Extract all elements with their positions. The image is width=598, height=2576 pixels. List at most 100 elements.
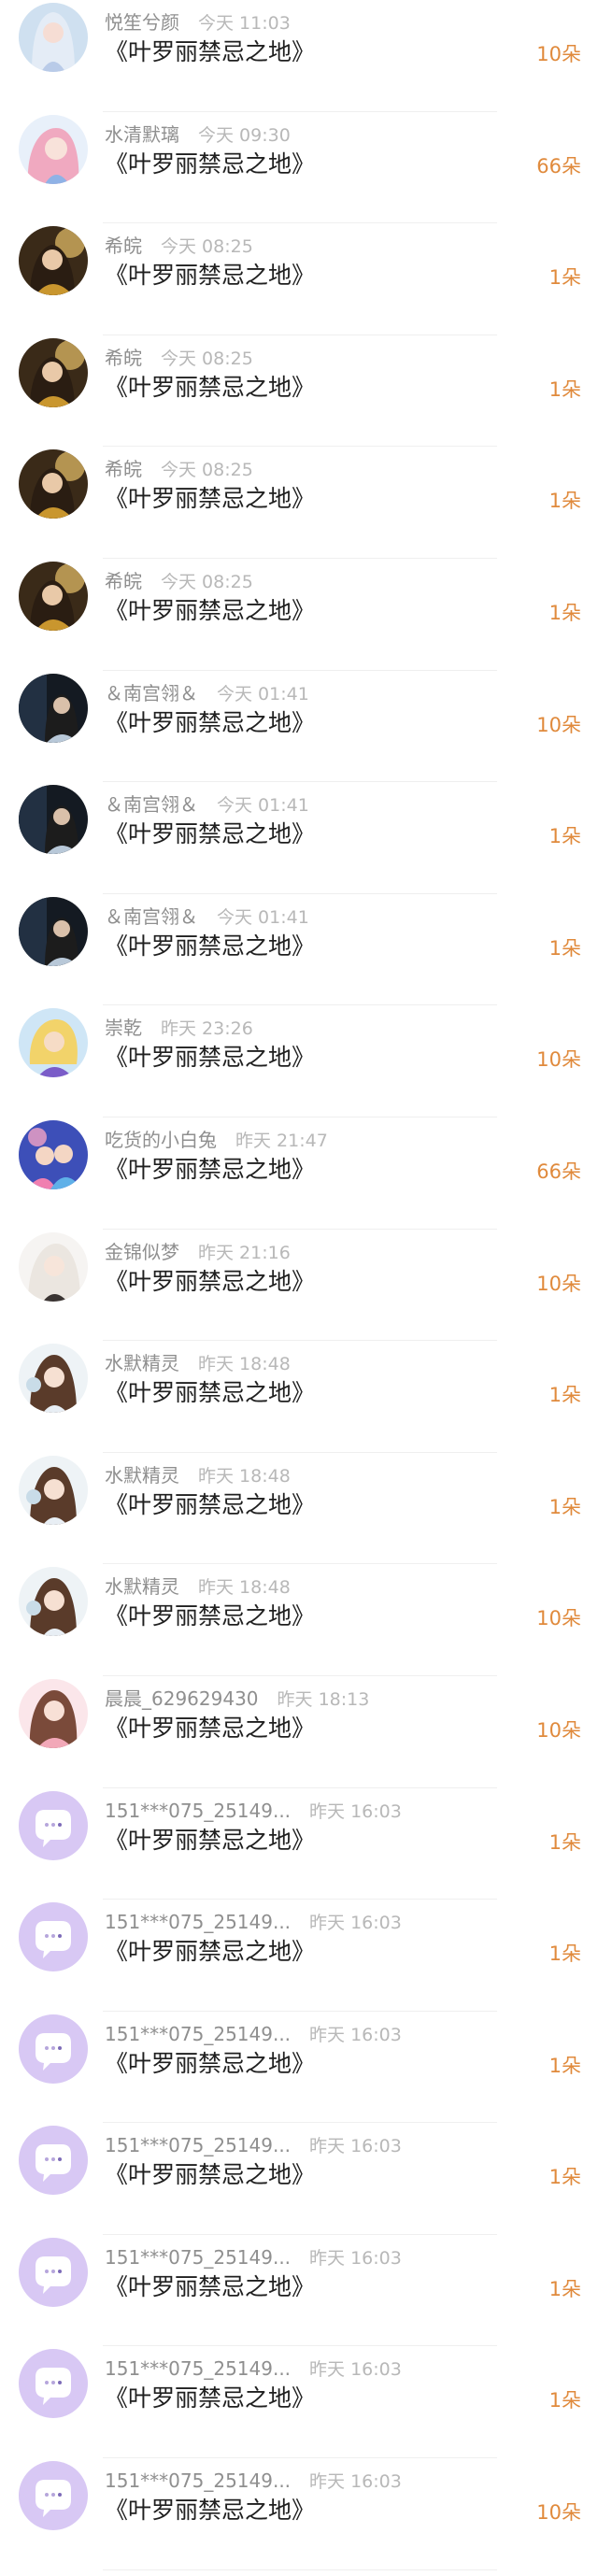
gift-record-row[interactable]: 151***075_25149... 昨天 16:03 《叶罗丽禁忌之地》 1朵	[0, 2123, 598, 2235]
default-chat-bubble-avatar-icon[interactable]	[19, 2126, 88, 2196]
gift-time: 昨天 16:03	[309, 2471, 402, 2493]
gift-time: 昨天 16:03	[309, 2359, 402, 2381]
gift-record-row[interactable]: 151***075_25149... 昨天 16:03 《叶罗丽禁忌之地》 1朵	[0, 2346, 598, 2458]
book-title: 《叶罗丽禁忌之地》	[105, 1490, 316, 1518]
sender-meta: 151***075_25149... 昨天 16:03	[105, 2356, 402, 2381]
sender-name[interactable]: ＆南宫翎＆	[105, 682, 198, 704]
avatar-dark-portrait-icon[interactable]	[19, 896, 88, 966]
gift-record-row[interactable]: 151***075_25149... 昨天 16:03 《叶罗丽禁忌之地》 1朵	[0, 2235, 598, 2347]
gift-record-row[interactable]: 悦笙兮颜 今天 11:03 《叶罗丽禁忌之地》 10朵	[0, 0, 598, 112]
sender-name[interactable]: 151***075_25149...	[105, 2023, 291, 2045]
avatar-girl-silver-hair-icon[interactable]	[19, 3, 88, 72]
gift-record-row[interactable]: 151***075_25149... 昨天 16:03 《叶罗丽禁忌之地》 1朵	[0, 1900, 598, 2012]
gift-record-row[interactable]: 水默精灵 昨天 18:48 《叶罗丽禁忌之地》 1朵	[0, 1341, 598, 1453]
gift-record-row[interactable]: ＆南宫翎＆ 今天 01:41 《叶罗丽禁忌之地》 1朵	[0, 782, 598, 894]
sender-name[interactable]: 151***075_25149...	[105, 2134, 291, 2156]
sender-name[interactable]: ＆南宫翎＆	[105, 905, 198, 928]
default-chat-bubble-avatar-icon[interactable]	[19, 2014, 88, 2084]
flower-count: 10朵	[536, 1048, 581, 1072]
sender-meta: 水默精灵 昨天 18:48	[105, 1463, 291, 1487]
gift-time: 昨天 18:13	[277, 1688, 370, 1710]
gift-time: 昨天 16:03	[309, 2024, 402, 2045]
avatar-dark-portrait-icon[interactable]	[19, 785, 88, 855]
gift-record-row[interactable]: 151***075_25149... 昨天 16:03 《叶罗丽禁忌之地》 10朵	[0, 2458, 598, 2570]
book-title: 《叶罗丽禁忌之地》	[105, 708, 316, 736]
avatar-white-hair-girl-icon[interactable]	[19, 1231, 88, 1302]
default-chat-bubble-avatar-icon[interactable]	[19, 1790, 88, 1860]
gift-record-row[interactable]: 151***075_25149... 昨天 16:03 《叶罗丽禁忌之地》 1朵	[0, 2012, 598, 2124]
flower-count: 1朵	[548, 936, 581, 960]
flower-count: 1朵	[548, 377, 581, 401]
gift-record-row[interactable]: 希皖 今天 08:25 《叶罗丽禁忌之地》 1朵	[0, 559, 598, 671]
avatar-brown-hair-girl-icon[interactable]	[19, 1455, 88, 1525]
book-title: 《叶罗丽禁忌之地》	[105, 1379, 316, 1407]
avatar-brown-hair-girl-icon[interactable]	[19, 1344, 88, 1414]
sender-name[interactable]: 151***075_25149...	[105, 1800, 291, 1822]
sender-name[interactable]: 希皖	[105, 347, 142, 369]
book-title: 《叶罗丽禁忌之地》	[105, 1155, 316, 1183]
book-title: 《叶罗丽禁忌之地》	[105, 2272, 316, 2300]
avatar-pink-girl-icon[interactable]	[19, 1678, 88, 1748]
sender-name[interactable]: 悦笙兮颜	[105, 11, 179, 34]
avatar-warrior-gold-icon[interactable]	[19, 226, 88, 296]
default-chat-bubble-avatar-icon[interactable]	[19, 2461, 88, 2531]
gift-record-row[interactable]: 晨晨_629629430 昨天 18:13 《叶罗丽禁忌之地》 10朵	[0, 1676, 598, 1788]
avatar-blonde-hero-icon[interactable]	[19, 1008, 88, 1078]
sender-name[interactable]: 151***075_25149...	[105, 1911, 291, 1933]
gift-time: 今天 08:25	[161, 348, 253, 369]
avatar-brown-hair-girl-icon[interactable]	[19, 1567, 88, 1637]
sender-meta: 151***075_25149... 昨天 16:03	[105, 1910, 402, 1934]
book-title: 《叶罗丽禁忌之地》	[105, 596, 316, 624]
avatar-dark-portrait-icon[interactable]	[19, 673, 88, 743]
default-chat-bubble-avatar-icon[interactable]	[19, 2237, 88, 2307]
sender-name[interactable]: 水默精灵	[105, 1575, 179, 1598]
sender-name[interactable]: 吃货的小白兔	[105, 1129, 217, 1151]
sender-name[interactable]: 希皖	[105, 458, 142, 480]
gift-record-row[interactable]: 金锦似梦 昨天 21:16 《叶罗丽禁忌之地》 10朵	[0, 1230, 598, 1342]
gift-time: 昨天 16:03	[309, 2247, 402, 2269]
gift-time: 昨天 16:03	[309, 2136, 402, 2157]
sender-name[interactable]: 希皖	[105, 570, 142, 592]
sender-name[interactable]: 水清默璃	[105, 123, 179, 146]
gift-record-row[interactable]: 希皖 今天 08:25 《叶罗丽禁忌之地》 1朵	[0, 335, 598, 448]
flower-count: 1朵	[548, 1384, 581, 1407]
avatar-warrior-gold-icon[interactable]	[19, 561, 88, 631]
default-chat-bubble-avatar-icon[interactable]	[19, 2349, 88, 2419]
avatar-warrior-gold-icon[interactable]	[19, 337, 88, 407]
sender-name[interactable]: 希皖	[105, 235, 142, 257]
gift-record-row[interactable]: 水默精灵 昨天 18:48 《叶罗丽禁忌之地》 10朵	[0, 1564, 598, 1676]
sender-meta: 晨晨_629629430 昨天 18:13	[105, 1686, 369, 1711]
book-title: 《叶罗丽禁忌之地》	[105, 1938, 316, 1966]
sender-meta: 崇乾 昨天 23:26	[105, 1016, 253, 1040]
gift-record-row[interactable]: 希皖 今天 08:25 《叶罗丽禁忌之地》 1朵	[0, 447, 598, 559]
avatar-girl-pink-hair-icon[interactable]	[19, 114, 88, 184]
sender-name[interactable]: 晨晨_629629430	[105, 1687, 259, 1710]
sender-meta: 151***075_25149... 昨天 16:03	[105, 2469, 402, 2493]
sender-name[interactable]: 崇乾	[105, 1017, 142, 1039]
sender-name[interactable]: ＆南宫翎＆	[105, 793, 198, 816]
avatar-couple-blue-icon[interactable]	[19, 1119, 88, 1189]
gift-record-row[interactable]: ＆南宫翎＆ 今天 01:41 《叶罗丽禁忌之地》 10朵	[0, 671, 598, 783]
gift-record-row[interactable]: 水清默璃 今天 09:30 《叶罗丽禁忌之地》 66朵	[0, 112, 598, 224]
flower-count: 1朵	[548, 601, 581, 624]
sender-name[interactable]: 151***075_25149...	[105, 2469, 291, 2492]
default-chat-bubble-avatar-icon[interactable]	[19, 1902, 88, 1972]
gift-time: 昨天 21:16	[198, 1242, 291, 1263]
gift-record-row[interactable]: 吃货的小白兔 昨天 21:47 《叶罗丽禁忌之地》 66朵	[0, 1117, 598, 1230]
gift-record-row[interactable]: 崇乾 昨天 23:26 《叶罗丽禁忌之地》 10朵	[0, 1005, 598, 1117]
sender-meta: ＆南宫翎＆ 今天 01:41	[105, 792, 309, 817]
gift-record-row[interactable]: 希皖 今天 08:25 《叶罗丽禁忌之地》 1朵	[0, 223, 598, 335]
sender-name[interactable]: 金锦似梦	[105, 1241, 179, 1263]
book-title: 《叶罗丽禁忌之地》	[105, 1602, 316, 1630]
sender-name[interactable]: 151***075_25149...	[105, 2357, 291, 2380]
sender-name[interactable]: 水默精灵	[105, 1464, 179, 1487]
gift-record-row[interactable]: 151***075_25149... 昨天 16:03 《叶罗丽禁忌之地》 1朵	[0, 1788, 598, 1900]
book-title: 《叶罗丽禁忌之地》	[105, 2161, 316, 2189]
sender-name[interactable]: 水默精灵	[105, 1352, 179, 1374]
avatar-warrior-gold-icon[interactable]	[19, 449, 88, 519]
book-title: 《叶罗丽禁忌之地》	[105, 149, 316, 178]
sender-name[interactable]: 151***075_25149...	[105, 2246, 291, 2269]
gift-record-row[interactable]: 水默精灵 昨天 18:48 《叶罗丽禁忌之地》 1朵	[0, 1453, 598, 1565]
gift-record-row[interactable]: ＆南宫翎＆ 今天 01:41 《叶罗丽禁忌之地》 1朵	[0, 894, 598, 1006]
gift-time: 昨天 16:03	[309, 1913, 402, 1934]
